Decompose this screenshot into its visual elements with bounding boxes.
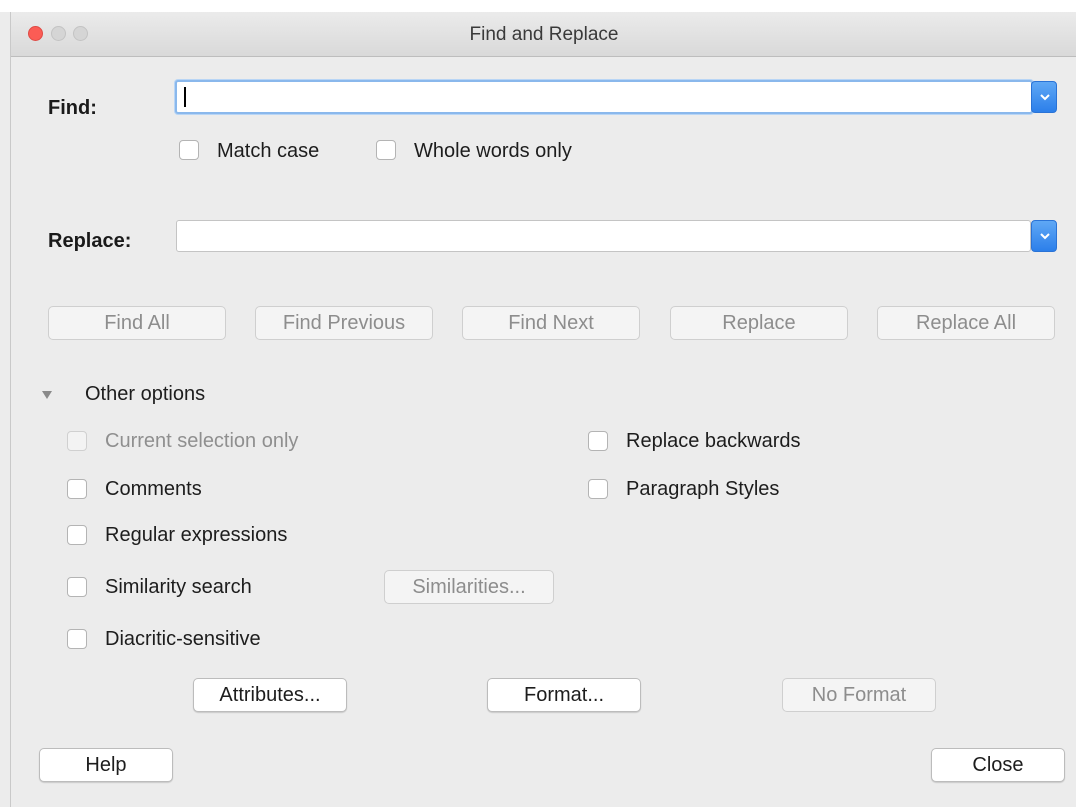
similarities-button[interactable]: Similarities... bbox=[384, 570, 554, 604]
regular-expressions-label: Regular expressions bbox=[105, 524, 288, 546]
comments-label: Comments bbox=[105, 478, 202, 500]
replace-button[interactable]: Replace bbox=[670, 306, 848, 340]
whole-words-checkbox[interactable] bbox=[376, 140, 396, 160]
paragraph-styles-checkbox[interactable] bbox=[588, 479, 608, 499]
window-title: Find and Replace bbox=[469, 24, 619, 45]
find-next-button[interactable]: Find Next bbox=[462, 306, 640, 340]
find-label: Find: bbox=[48, 97, 97, 119]
close-button[interactable]: Close bbox=[931, 748, 1065, 782]
replace-backwards-label: Replace backwards bbox=[626, 430, 801, 452]
replace-all-button[interactable]: Replace All bbox=[877, 306, 1055, 340]
help-button[interactable]: Help bbox=[39, 748, 173, 782]
chevron-down-icon bbox=[1040, 94, 1050, 101]
find-replace-dialog: Find and Replace Find: Match case Whole … bbox=[10, 12, 1076, 807]
diacritic-sensitive-checkbox[interactable] bbox=[67, 629, 87, 649]
match-case-checkbox[interactable] bbox=[179, 140, 199, 160]
attributes-button[interactable]: Attributes... bbox=[193, 678, 347, 712]
disclosure-triangle-icon[interactable] bbox=[41, 390, 53, 400]
find-previous-button[interactable]: Find Previous bbox=[255, 306, 433, 340]
comments-checkbox[interactable] bbox=[67, 479, 87, 499]
text-caret bbox=[184, 87, 186, 107]
replace-label: Replace: bbox=[48, 230, 132, 252]
regular-expressions-checkbox[interactable] bbox=[67, 525, 87, 545]
format-button[interactable]: Format... bbox=[487, 678, 641, 712]
current-selection-only-label: Current selection only bbox=[105, 430, 299, 452]
other-options-expander[interactable]: Other options bbox=[85, 383, 205, 406]
find-history-dropdown[interactable] bbox=[1031, 81, 1057, 113]
replace-history-dropdown[interactable] bbox=[1031, 220, 1057, 252]
similarity-search-checkbox[interactable] bbox=[67, 577, 87, 597]
diacritic-sensitive-label: Diacritic-sensitive bbox=[105, 628, 261, 650]
find-input[interactable] bbox=[175, 80, 1033, 114]
whole-words-label: Whole words only bbox=[414, 140, 572, 162]
replace-input[interactable] bbox=[176, 220, 1031, 252]
background-strip bbox=[0, 0, 1076, 12]
chevron-down-icon bbox=[1040, 233, 1050, 240]
match-case-label: Match case bbox=[217, 140, 320, 162]
no-format-button[interactable]: No Format bbox=[782, 678, 936, 712]
replace-backwards-checkbox[interactable] bbox=[588, 431, 608, 451]
title-bar: Find and Replace bbox=[11, 12, 1076, 57]
current-selection-only-checkbox[interactable] bbox=[67, 431, 87, 451]
similarity-search-label: Similarity search bbox=[105, 576, 252, 598]
paragraph-styles-label: Paragraph Styles bbox=[626, 478, 780, 500]
find-all-button[interactable]: Find All bbox=[48, 306, 226, 340]
